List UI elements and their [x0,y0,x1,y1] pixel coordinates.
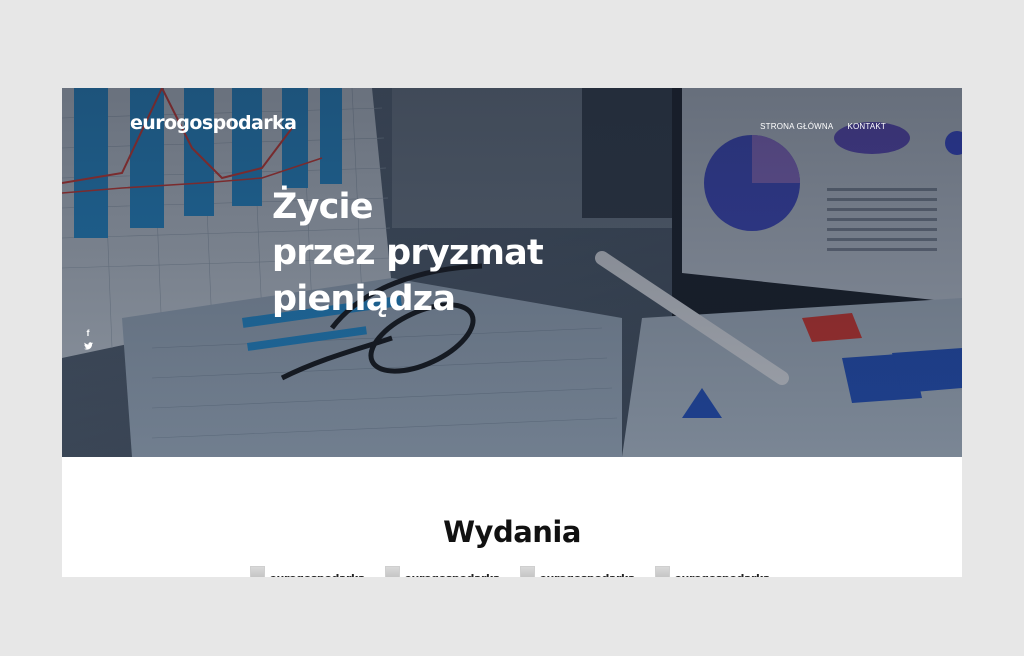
issue-card[interactable]: eurogospodarka [385,566,500,577]
issue-card[interactable]: eurogospodarka [655,566,770,577]
issue-card[interactable]: eurogospodarka [250,566,365,577]
nav-link-home[interactable]: STRONA GŁÓWNA [760,122,833,131]
twitter-icon[interactable] [83,342,93,352]
issue-title: eurogospodarka [269,572,365,577]
nav-link-contact[interactable]: KONTAKT [847,122,886,131]
hero-headline: Życie przez pryzmat pieniądza [272,184,592,322]
issue-title: eurogospodarka [404,572,500,577]
hero-headline-line: Życie [272,187,373,227]
site-logo[interactable]: eurogospodarka [130,112,297,134]
facebook-icon[interactable]: f [83,328,93,338]
issue-card[interactable]: eurogospodarka [520,566,635,577]
issue-cover-thumbnail [520,566,536,577]
issue-cover-thumbnail [385,566,401,577]
issue-cover-thumbnail [655,566,671,577]
hero-headline-line: przez pryzmat [272,233,544,273]
issues-section-title: Wydania [443,515,581,550]
social-links: f [83,328,93,352]
issue-title: eurogospodarka [674,572,770,577]
issue-title: eurogospodarka [539,572,635,577]
page: eurogospodarka STRONA GŁÓWNA KONTAKT Życ… [62,88,962,577]
issues-list: eurogospodarka eurogospodarka eurogospod… [250,566,770,577]
hero-banner: eurogospodarka STRONA GŁÓWNA KONTAKT Życ… [62,88,962,457]
hero-headline-line: pieniądza [272,279,456,319]
issue-cover-thumbnail [250,566,266,577]
main-nav: STRONA GŁÓWNA KONTAKT [760,122,886,131]
